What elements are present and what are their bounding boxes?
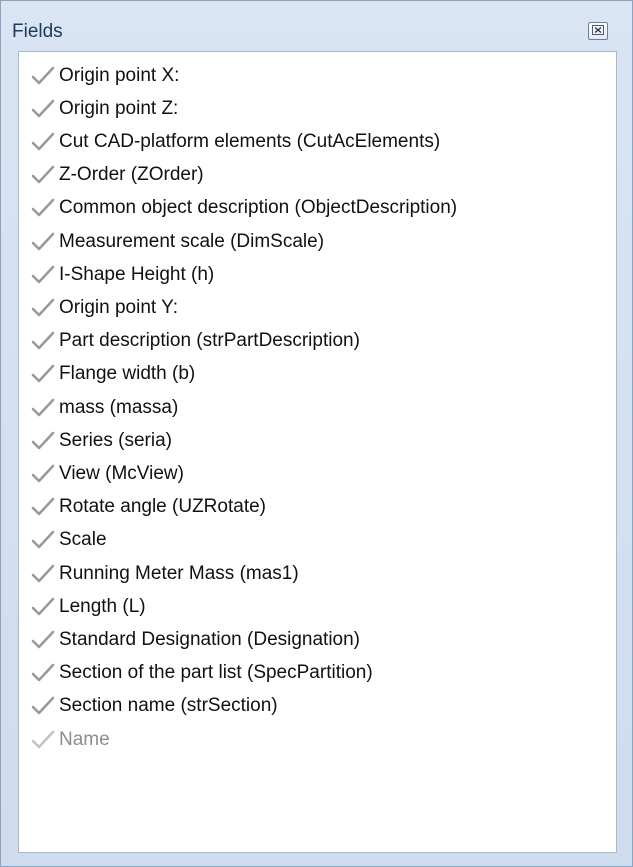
field-item[interactable]: Scale bbox=[19, 525, 616, 556]
field-item-label: Standard Designation (Designation) bbox=[59, 628, 361, 650]
field-item-label: Section name (strSection) bbox=[59, 695, 278, 717]
field-item-label: mass (massa) bbox=[59, 396, 179, 418]
field-item-label: Length (L) bbox=[59, 595, 146, 617]
close-icon bbox=[592, 22, 604, 40]
checkmark-icon bbox=[29, 693, 57, 719]
close-button[interactable] bbox=[588, 22, 608, 40]
field-item-label: View (McView) bbox=[59, 462, 184, 484]
fields-list[interactable]: Origin point X: Origin point Z: Cut CAD-pl… bbox=[18, 51, 617, 853]
checkmark-icon bbox=[29, 162, 57, 188]
field-item[interactable]: Name bbox=[19, 724, 616, 755]
field-item[interactable]: Measurement scale (DimScale) bbox=[19, 226, 616, 257]
checkmark-icon bbox=[29, 361, 57, 387]
field-item[interactable]: mass (massa) bbox=[19, 392, 616, 423]
field-item[interactable]: Cut CAD-platform elements (CutAcElements… bbox=[19, 126, 616, 157]
field-item-label: Z-Order (ZOrder) bbox=[59, 164, 204, 186]
field-item[interactable]: Series (seria) bbox=[19, 425, 616, 456]
field-item-label: Section of the part list (SpecPartition) bbox=[59, 662, 373, 684]
checkmark-icon bbox=[29, 328, 57, 354]
field-item-label: Origin point X: bbox=[59, 64, 180, 86]
field-item[interactable]: I-Shape Height (h) bbox=[19, 259, 616, 290]
field-item[interactable]: Origin point Z: bbox=[19, 93, 616, 124]
checkmark-icon bbox=[29, 229, 57, 255]
field-item-label: I-Shape Height (h) bbox=[59, 263, 215, 285]
checkmark-icon bbox=[29, 494, 57, 520]
field-item-label: Common object description (ObjectDescrip… bbox=[59, 197, 458, 219]
field-item[interactable]: Running Meter Mass (mas1) bbox=[19, 558, 616, 589]
checkmark-icon bbox=[29, 195, 57, 221]
field-item[interactable]: Section of the part list (SpecPartition) bbox=[19, 658, 616, 689]
field-item-label: Origin point Z: bbox=[59, 97, 179, 119]
field-item-label: Series (seria) bbox=[59, 429, 172, 451]
checkmark-icon bbox=[29, 96, 57, 122]
panel-header: Fields bbox=[1, 1, 632, 51]
field-item[interactable]: Z-Order (ZOrder) bbox=[19, 160, 616, 191]
field-item-label: Measurement scale (DimScale) bbox=[59, 230, 325, 252]
field-item[interactable]: Part description (strPartDescription) bbox=[19, 326, 616, 357]
field-item[interactable]: Origin point X: bbox=[19, 60, 616, 91]
field-item-label: Scale bbox=[59, 529, 107, 551]
field-item[interactable]: Rotate angle (UZRotate) bbox=[19, 492, 616, 523]
fields-panel: Fields Origin point X: Origin point Z: Cut… bbox=[0, 0, 633, 867]
field-item-label: Running Meter Mass (mas1) bbox=[59, 562, 299, 584]
checkmark-icon bbox=[29, 262, 57, 288]
checkmark-icon bbox=[29, 63, 57, 89]
panel-title: Fields bbox=[12, 21, 63, 42]
checkmark-icon bbox=[29, 660, 57, 686]
field-item-label: Flange width (b) bbox=[59, 363, 196, 385]
checkmark-icon bbox=[29, 727, 57, 753]
checkmark-icon bbox=[29, 594, 57, 620]
checkmark-icon bbox=[29, 395, 57, 421]
field-item[interactable]: Origin point Y: bbox=[19, 292, 616, 323]
field-item-label: Name bbox=[59, 728, 110, 750]
field-item[interactable]: Flange width (b) bbox=[19, 359, 616, 390]
field-item-label: Part description (strPartDescription) bbox=[59, 330, 360, 352]
field-item-label: Cut CAD-platform elements (CutAcElements… bbox=[59, 130, 441, 152]
field-item[interactable]: Standard Designation (Designation) bbox=[19, 624, 616, 655]
checkmark-icon bbox=[29, 295, 57, 321]
field-item[interactable]: Section name (strSection) bbox=[19, 691, 616, 722]
checkmark-icon bbox=[29, 627, 57, 653]
field-item[interactable]: Length (L) bbox=[19, 591, 616, 622]
field-item-label: Origin point Y: bbox=[59, 296, 179, 318]
checkmark-icon bbox=[29, 129, 57, 155]
field-item[interactable]: Common object description (ObjectDescrip… bbox=[19, 193, 616, 224]
field-item[interactable]: View (McView) bbox=[19, 458, 616, 489]
checkmark-icon bbox=[29, 461, 57, 487]
checkmark-icon bbox=[29, 428, 57, 454]
checkmark-icon bbox=[29, 561, 57, 587]
checkmark-icon bbox=[29, 527, 57, 553]
field-item-label: Rotate angle (UZRotate) bbox=[59, 496, 266, 518]
